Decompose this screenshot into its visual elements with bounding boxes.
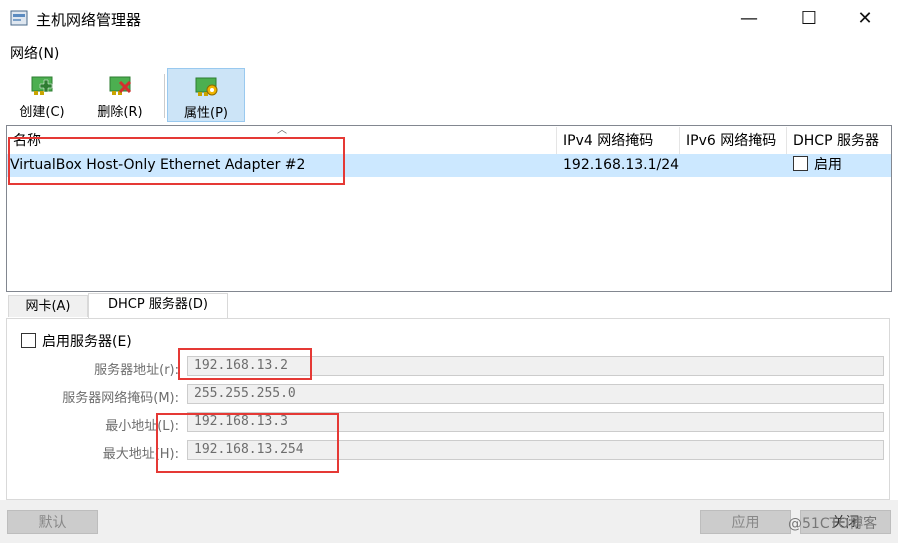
toolbar: 创建(C) 删除(R) 属性(P): [0, 64, 898, 122]
properties-button[interactable]: 属性(P): [167, 68, 245, 122]
dhcp-enabled-label: 启用: [814, 157, 842, 173]
server-mask-label: 服务器网络掩码(M):: [62, 391, 179, 406]
create-button[interactable]: 创建(C): [6, 68, 78, 120]
window-title: 主机网络管理器: [36, 11, 142, 29]
enable-server-checkbox[interactable]: [21, 333, 36, 348]
delete-button[interactable]: 删除(R): [84, 68, 156, 120]
network-card-delete-icon: [109, 76, 132, 95]
dhcp-panel: 启用服务器(E) 服务器地址(r): 192.168.13.2 服务器网络掩码(…: [6, 318, 890, 500]
tab-adapter[interactable]: 网卡(A): [8, 295, 88, 317]
reset-button[interactable]: 默认: [7, 510, 98, 534]
min-address-label: 最小地址(L):: [105, 419, 179, 434]
close-window-button[interactable]: ✕: [842, 0, 888, 38]
highlight-box: [156, 413, 339, 473]
minimize-button[interactable]: —: [726, 0, 772, 38]
adapter-ipv4: 192.168.13.1/24: [563, 157, 680, 173]
column-header-ipv4[interactable]: IPv4 网络掩码: [557, 127, 680, 155]
network-card-properties-icon: [195, 77, 218, 96]
enable-server-label: 启用服务器(E): [42, 334, 132, 350]
tab-dhcp-server[interactable]: DHCP 服务器(D): [88, 293, 228, 319]
dhcp-enabled-checkbox[interactable]: [793, 156, 808, 171]
server-mask-field[interactable]: 255.255.255.0: [187, 384, 884, 404]
column-header-dhcp[interactable]: DHCP 服务器: [787, 127, 891, 155]
server-address-label: 服务器地址(r):: [94, 363, 179, 378]
create-label: 创建(C): [19, 105, 65, 120]
menu-bar: 网络(N): [0, 40, 898, 64]
delete-label: 删除(R): [97, 105, 143, 120]
enable-server-row[interactable]: 启用服务器(E): [21, 331, 132, 351]
watermark: @51CTO博客: [788, 516, 878, 532]
toolbar-separator: [164, 74, 165, 118]
highlight-box: [8, 137, 345, 185]
column-header-ipv6[interactable]: IPv6 网络掩码: [680, 127, 787, 155]
maximize-button[interactable]: ☐: [786, 0, 832, 38]
adapter-dhcp: 启用: [793, 154, 842, 177]
properties-label: 属性(P): [184, 106, 228, 121]
app-icon: [10, 10, 28, 26]
title-bar: 主机网络管理器 — ☐ ✕: [0, 0, 898, 38]
highlight-box: [178, 348, 312, 380]
max-address-label: 最大地址(H):: [102, 447, 179, 462]
menu-network[interactable]: 网络(N): [10, 43, 59, 63]
apply-button[interactable]: 应用: [700, 510, 791, 534]
network-card-add-icon: [31, 76, 53, 95]
